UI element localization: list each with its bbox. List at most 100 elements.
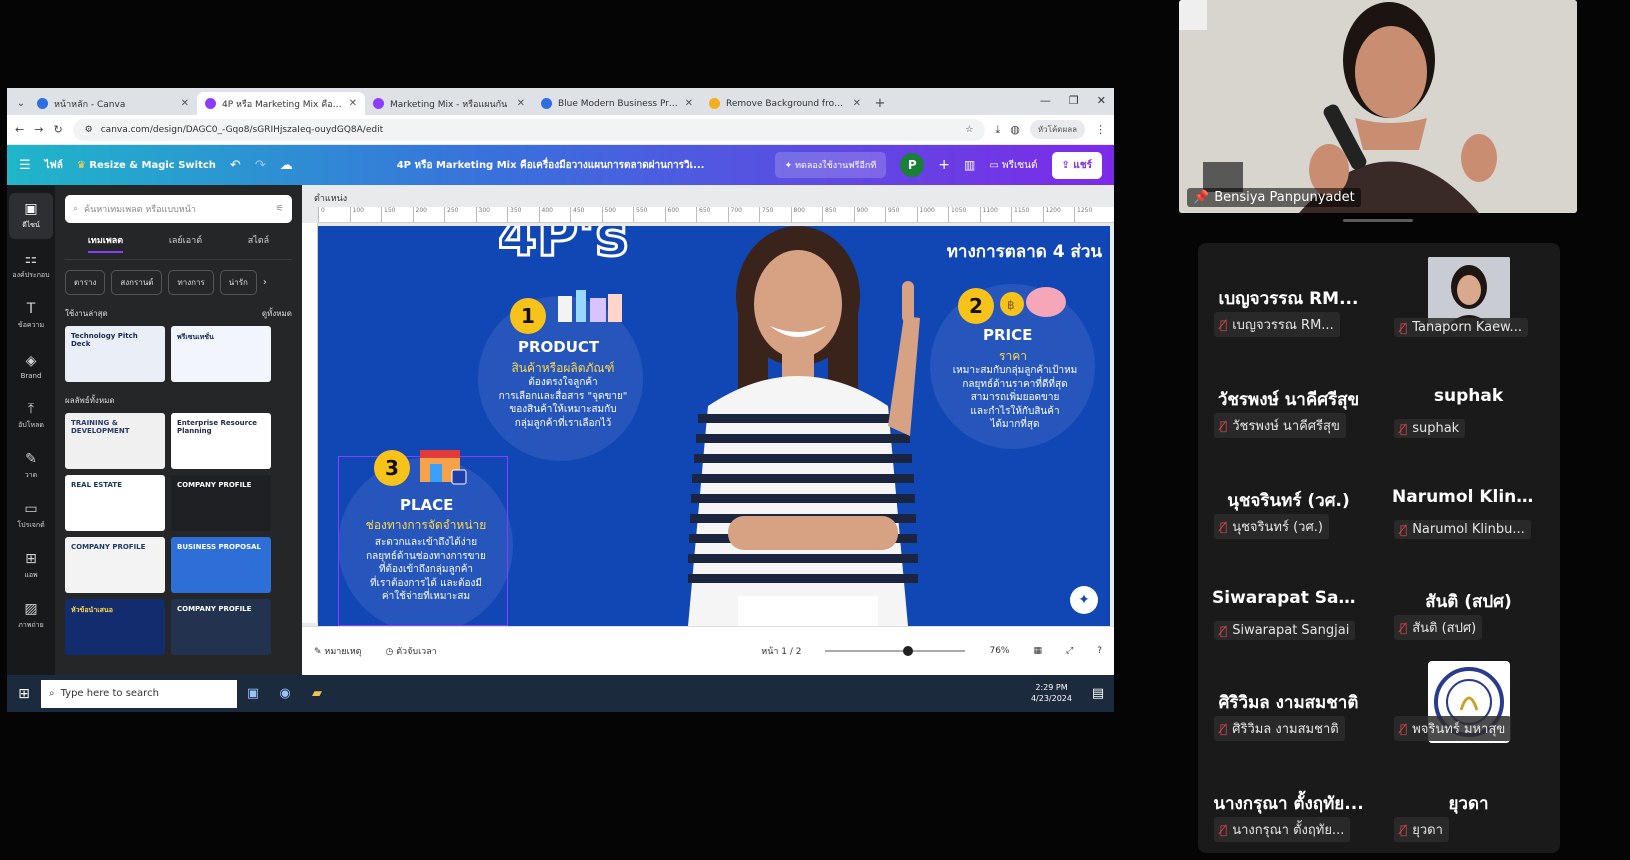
minimize-icon[interactable]: — bbox=[1040, 94, 1051, 107]
template-thumbnail[interactable]: พรีเซนเทชั่น bbox=[171, 326, 271, 382]
rail-item[interactable]: ✎ วาด bbox=[9, 443, 53, 489]
add-people-icon[interactable]: + bbox=[938, 157, 950, 173]
participant-tile[interactable]: 🎙̸ Tanaporn Kaew... bbox=[1386, 247, 1551, 345]
browser-tab[interactable]: 4P หรือ Marketing Mix คือเครื่องมือ ✕ bbox=[197, 92, 365, 115]
panel-tab[interactable]: เทมเพลต bbox=[87, 233, 124, 253]
template-thumbnail[interactable]: COMPANY PROFILE bbox=[65, 537, 165, 593]
tab-close-icon[interactable]: ✕ bbox=[685, 98, 693, 109]
rail-item[interactable]: ▨ ภาพถ่าย bbox=[9, 593, 53, 639]
product-title[interactable]: PRODUCT bbox=[518, 338, 599, 356]
resize-magic-switch-button[interactable]: ♛ Resize & Magic Switch bbox=[77, 160, 216, 171]
page-indicator[interactable]: หน้า 1 / 2 bbox=[761, 644, 801, 658]
panel-tab[interactable]: สไตล์ bbox=[248, 233, 269, 253]
participant-tile[interactable]: เบญจวรรณ RM... 🎙̸ เบญจวรรณ RM... bbox=[1206, 247, 1371, 345]
redo-icon[interactable]: ↷ bbox=[255, 158, 266, 173]
hamburger-icon[interactable]: ☰ bbox=[19, 158, 31, 173]
taskbar-search[interactable]: ⌕ Type here to search bbox=[41, 679, 237, 708]
notification-icon[interactable]: ▤ bbox=[1082, 675, 1114, 712]
filter-icon[interactable]: ⚟ bbox=[276, 204, 284, 214]
slide-big-title[interactable]: 4P's bbox=[496, 226, 629, 271]
profile-button[interactable]: หัวโค้ดผลล bbox=[1029, 120, 1085, 139]
file-explorer-icon[interactable]: ▰ bbox=[301, 675, 333, 712]
filter-chip[interactable]: ตาราง bbox=[65, 270, 106, 295]
position-label[interactable]: ตำแหน่ง bbox=[314, 191, 347, 205]
browser-tab[interactable]: Remove Background from Ima ✕ bbox=[701, 92, 869, 115]
browser-tab[interactable]: หน้าหลัก - Canva ✕ bbox=[29, 92, 197, 115]
template-thumbnail[interactable]: หัวข้อนำเสนอ bbox=[65, 599, 165, 655]
filter-chip[interactable]: ทางการ bbox=[168, 270, 214, 295]
kebab-menu-icon[interactable]: ⋮ bbox=[1095, 123, 1106, 136]
undo-icon[interactable]: ↶ bbox=[230, 158, 241, 173]
participant-tile[interactable]: วัชรพงษ์ นาคีศรีสุข 🎙̸ วัชรพงษ์ นาคีศรีสุข bbox=[1206, 348, 1371, 446]
template-thumbnail[interactable]: COMPANY PROFILE bbox=[171, 599, 271, 655]
zoom-slider-handle[interactable] bbox=[903, 646, 914, 656]
place-subtitle[interactable]: ช่องทางการจัดจำหน่าย bbox=[346, 516, 506, 535]
participant-tile[interactable]: suphak 🎙̸ suphak bbox=[1386, 348, 1551, 446]
browser-tab[interactable]: Blue Modern Business Propo ✕ bbox=[533, 92, 701, 115]
back-icon[interactable]: ← bbox=[15, 123, 24, 136]
rail-item[interactable]: ⊞ แอพ bbox=[9, 543, 53, 589]
tab-close-icon[interactable]: ✕ bbox=[349, 98, 357, 109]
close-window-icon[interactable]: ✕ bbox=[1097, 94, 1106, 107]
speaker-video-tile[interactable]: 📌 Bensiya Panpunyadet bbox=[1179, 0, 1577, 213]
zoom-slider[interactable] bbox=[825, 646, 966, 656]
tab-close-icon[interactable]: ✕ bbox=[517, 98, 525, 109]
insights-icon[interactable]: ▥ bbox=[964, 158, 975, 172]
template-thumbnail[interactable]: Enterprise Resource Planning bbox=[171, 413, 271, 469]
participant-tile[interactable]: นางกรุณา ตั้งฤทัย... 🎙̸ นางกรุณา ตั้งฤทัย.… bbox=[1206, 752, 1371, 850]
template-thumbnail[interactable]: REAL ESTATE bbox=[65, 475, 165, 531]
system-clock[interactable]: 2:29 PM 4/23/2024 bbox=[1021, 683, 1082, 704]
zoom-level[interactable]: 76% bbox=[989, 646, 1009, 656]
product-body[interactable]: ต้องตรงใจลูกค้า การเลือกและสื่อสาร "จุดข… bbox=[478, 376, 648, 430]
windows-start-icon[interactable]: ⊞ bbox=[7, 675, 41, 712]
filter-chip[interactable]: สงกรานต์ bbox=[111, 270, 163, 295]
url-field[interactable]: ⚙ canva.com/design/DAGC0_-Gqo8/sGRIHjsza… bbox=[72, 118, 986, 141]
document-title[interactable]: 4P หรือ Marketing Mix คือเครื่องมือวางแผ… bbox=[397, 158, 705, 173]
participant-tile[interactable]: นุชจรินทร์ (วศ.) 🎙̸ นุชจรินทร์ (วศ.) bbox=[1206, 449, 1371, 547]
present-button[interactable]: ▭ พรีเซนต์ bbox=[989, 158, 1037, 173]
tab-close-icon[interactable]: ✕ bbox=[853, 98, 861, 109]
participant-tile[interactable]: 🎙̸ พจรินทร์ มหาสุข bbox=[1386, 651, 1551, 749]
browser-tab[interactable]: Marketing Mix - หรือแผนกัน ✕ bbox=[365, 92, 533, 115]
participant-tile[interactable]: Narumol Klinbu... 🎙̸ Narumol Klinbu... bbox=[1386, 449, 1551, 547]
rail-item[interactable]: T ข้อความ bbox=[9, 293, 53, 339]
participant-tile[interactable]: ศิริวิมล งามสมชาติ 🎙̸ ศิริวิมล งามสมชาติ bbox=[1206, 651, 1371, 749]
place-title[interactable]: PLACE bbox=[400, 496, 453, 514]
share-button[interactable]: ⇪ แชร์ bbox=[1051, 151, 1102, 179]
slide-tagline[interactable]: ทางการตลาด 4 ส่วน bbox=[947, 238, 1102, 265]
template-thumbnail[interactable]: Technology Pitch Deck bbox=[65, 326, 165, 382]
gallery-resize-handle[interactable] bbox=[1343, 219, 1413, 222]
new-tab-button[interactable]: + bbox=[869, 92, 891, 115]
rail-item[interactable]: ⚏ องค์ประกอบ bbox=[9, 243, 53, 289]
rail-item[interactable]: ◈ Brand bbox=[9, 343, 53, 389]
participant-tile[interactable]: Siwarapat Sangjai 🎙̸ Siwarapat Sangjai bbox=[1206, 550, 1371, 648]
rail-item[interactable]: ⤒ อัปโหลด bbox=[9, 393, 53, 439]
extension-icon[interactable]: ◍ bbox=[1010, 123, 1020, 136]
task-view-icon[interactable]: ▣ bbox=[237, 675, 269, 712]
bookmark-star-icon[interactable]: ☆ bbox=[965, 125, 973, 135]
template-search-input[interactable]: ⌕ ค้นหาเทมเพลต หรือแบบหน้า ⚟ bbox=[65, 195, 292, 223]
participant-tile[interactable]: ยุวดา 🎙̸ ยุวดา bbox=[1386, 752, 1551, 850]
magic-assistant-icon[interactable]: ✦ bbox=[1070, 586, 1098, 614]
template-thumbnail[interactable]: TRAINING & DEVELOPMENT bbox=[65, 413, 165, 469]
template-thumbnail[interactable]: BUSINESS PROPOSAL bbox=[171, 537, 271, 593]
rail-item[interactable]: ▣ ดีไซน์ bbox=[9, 193, 53, 239]
slide-canvas[interactable]: 4P's ทางการตลาด 4 ส่วน 1 PRODUCT สินค้าห… bbox=[318, 226, 1110, 626]
chevron-right-icon[interactable]: › bbox=[263, 277, 267, 288]
rail-item[interactable]: ▭ โปรเจกต์ bbox=[9, 493, 53, 539]
filter-chip[interactable]: น่ารัก bbox=[219, 270, 257, 295]
tab-close-icon[interactable]: ✕ bbox=[181, 98, 189, 109]
timer-button[interactable]: ◷ ตัวจับเวลา bbox=[385, 644, 436, 658]
try-free-button[interactable]: ✦ ทดลองใช้งานฟรีอีกที bbox=[774, 152, 887, 178]
site-info-icon[interactable]: ⚙ bbox=[85, 125, 93, 135]
see-all-link[interactable]: ดูทั้งหมด bbox=[262, 307, 292, 320]
notes-button[interactable]: ✎ หมายเหตุ bbox=[314, 644, 361, 658]
model-photo[interactable] bbox=[658, 226, 938, 626]
file-menu[interactable]: ไฟล์ bbox=[45, 158, 63, 173]
edge-browser-icon[interactable]: ◉ bbox=[269, 675, 301, 712]
forward-icon[interactable]: → bbox=[34, 123, 43, 136]
fullscreen-icon[interactable]: ⤢ bbox=[1066, 646, 1073, 656]
price-body[interactable]: เหมาะสมกับกลุ่มลูกค้าเป้าหม กลยุทธ์ด้านร… bbox=[930, 364, 1100, 432]
tab-search-icon[interactable]: ⌄ bbox=[13, 92, 29, 115]
user-avatar[interactable]: P bbox=[900, 153, 925, 177]
